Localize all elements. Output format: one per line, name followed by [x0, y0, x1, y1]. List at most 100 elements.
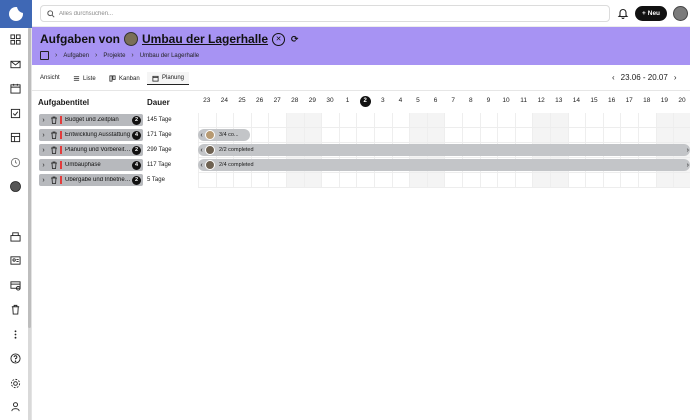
task-title: Planung und Vorbereitung	[65, 147, 132, 153]
tab-label: Kanban	[119, 75, 140, 82]
day-label: 19	[660, 97, 668, 104]
user-switch-icon[interactable]	[9, 400, 21, 412]
trash-icon[interactable]	[50, 146, 58, 154]
table-row: › Planung und Vorbereitung 2 299 Tage ‹ …	[32, 143, 690, 158]
assignee-avatar	[205, 130, 215, 140]
search-input[interactable]	[59, 10, 579, 17]
day-label: 30	[326, 97, 334, 104]
day-label: 28	[291, 97, 299, 104]
task-duration: 299 Tage	[147, 147, 172, 153]
inventory-icon[interactable]	[9, 230, 21, 242]
gantt-bar[interactable]: ‹ 3/4 co...	[198, 129, 250, 141]
task-item[interactable]: › Entwicklung Ausstattung 4	[39, 129, 143, 141]
day-label: 20	[678, 97, 686, 104]
search-box[interactable]	[40, 5, 610, 22]
user-avatar[interactable]	[9, 180, 21, 192]
task-item[interactable]: › Umbauphase 4	[39, 159, 143, 171]
breadcrumb-item[interactable]: Umbau der Lagerhalle	[140, 53, 199, 59]
project-name-link[interactable]: Umbau der Lagerhalle	[142, 32, 268, 46]
date-range-nav: ‹ 23.06 - 20.07 ›	[612, 73, 677, 82]
day-label: 8	[468, 97, 473, 104]
breadcrumb: › Aufgaben › Projekte › Umbau der Lagerh…	[40, 51, 199, 60]
project-avatar	[124, 32, 138, 46]
tab-planung[interactable]: Planung	[147, 72, 190, 85]
task-item[interactable]: › Übergabe und Inbetriebnahme 2	[39, 174, 143, 186]
priority-flag	[60, 146, 62, 154]
expand-icon[interactable]: ›	[39, 162, 48, 169]
day-label: 17	[625, 97, 633, 104]
day-label: 12	[537, 97, 545, 104]
trash-icon[interactable]	[50, 116, 58, 124]
day-label: 5	[416, 97, 420, 104]
help-icon[interactable]	[9, 352, 21, 364]
tab-label: Liste	[83, 75, 96, 82]
gantt-bar[interactable]: ‹ 2/2 completed ›	[198, 144, 690, 156]
table-row: › Entwicklung Ausstattung 4 171 Tage ‹ 3…	[32, 128, 690, 143]
chevron-right-icon[interactable]: ›	[674, 73, 677, 82]
day-header: 23 24 25 26 27 28 29 30 1 2 3 4 5 6 7 8 9 10 11 12 13 14 15 16 1…	[198, 91, 690, 113]
expand-icon[interactable]: ›	[39, 147, 48, 154]
new-button[interactable]: + Neu	[635, 6, 667, 21]
settings-icon[interactable]	[9, 377, 21, 389]
plus-icon: +	[641, 10, 646, 17]
chevron-right-icon: ›	[95, 52, 98, 59]
task-duration: 145 Tage	[147, 117, 172, 123]
breadcrumb-item[interactable]: Projekte	[103, 53, 125, 59]
expand-icon[interactable]: ›	[39, 177, 48, 184]
assignee-avatar	[205, 160, 215, 170]
billing-icon[interactable]	[9, 279, 21, 291]
project-header: Aufgaben von Umbau der Lagerhalle ✕ ⟳ › …	[32, 27, 690, 65]
day-label: 6	[433, 97, 438, 104]
date-range: 23.06 - 20.07	[620, 73, 668, 82]
priority-flag	[60, 116, 62, 124]
app-logo[interactable]	[0, 0, 32, 28]
chevron-left-icon[interactable]: ‹	[612, 73, 615, 82]
dashboard-icon[interactable]	[9, 33, 21, 45]
gantt-bar[interactable]: ‹ 2/4 completed ›	[198, 159, 690, 171]
day-label: 18	[643, 97, 651, 104]
expand-icon[interactable]: ›	[39, 132, 48, 139]
avatar[interactable]	[673, 6, 688, 21]
breadcrumb-item[interactable]: Aufgaben	[63, 53, 89, 59]
breadcrumb-home-icon[interactable]	[40, 51, 49, 60]
bell-icon[interactable]	[617, 7, 629, 20]
tasks-icon[interactable]	[9, 107, 21, 119]
day-label: 10	[502, 97, 510, 104]
task-title: Entwicklung Ausstattung	[65, 132, 131, 138]
bar-progress-label: 2/2 completed	[219, 147, 254, 153]
mail-icon[interactable]	[9, 58, 21, 70]
subtask-count-badge: 4	[132, 160, 141, 170]
chevron-right-icon: ›	[131, 52, 134, 59]
day-label: 23	[203, 97, 211, 104]
day-label: 3	[380, 97, 385, 104]
clock-icon[interactable]	[9, 156, 21, 168]
trash-icon[interactable]	[50, 131, 58, 139]
task-title: Übergabe und Inbetriebnahme	[65, 177, 132, 183]
day-label: 15	[590, 97, 598, 104]
trash-icon[interactable]	[50, 161, 58, 169]
priority-flag	[60, 176, 62, 184]
trash-icon[interactable]	[9, 303, 21, 315]
column-header-title: Aufgabentitel	[38, 98, 90, 107]
close-project-icon[interactable]: ✕	[272, 32, 286, 46]
contacts-icon[interactable]	[9, 254, 21, 266]
expand-icon[interactable]: ›	[39, 117, 48, 124]
tab-liste[interactable]: Liste	[68, 72, 101, 85]
more-icon[interactable]	[9, 328, 21, 340]
refresh-icon[interactable]: ⟳	[291, 34, 299, 45]
tab-kanban[interactable]: Kanban	[104, 72, 145, 85]
day-label: 11	[520, 97, 527, 104]
chevron-right-icon: ›	[686, 161, 689, 169]
task-item[interactable]: › Planung und Vorbereitung 2	[39, 144, 143, 156]
bar-progress-label: 3/4 co...	[219, 132, 239, 138]
search-icon	[47, 9, 55, 18]
gantt-header: Aufgabentitel Dauer 23 24 25 26 27 28 29 30 1 2 3 4…	[32, 91, 690, 113]
calendar-icon[interactable]	[9, 82, 21, 94]
task-item[interactable]: › Budget und Zeitplan 2	[39, 114, 143, 126]
day-label: 24	[220, 97, 228, 104]
trash-icon[interactable]	[50, 176, 58, 184]
top-bar: + Neu	[32, 0, 690, 27]
task-title: Umbauphase	[65, 162, 101, 168]
sidebar-scrollbar[interactable]	[28, 28, 31, 420]
projects-icon[interactable]	[9, 131, 21, 143]
